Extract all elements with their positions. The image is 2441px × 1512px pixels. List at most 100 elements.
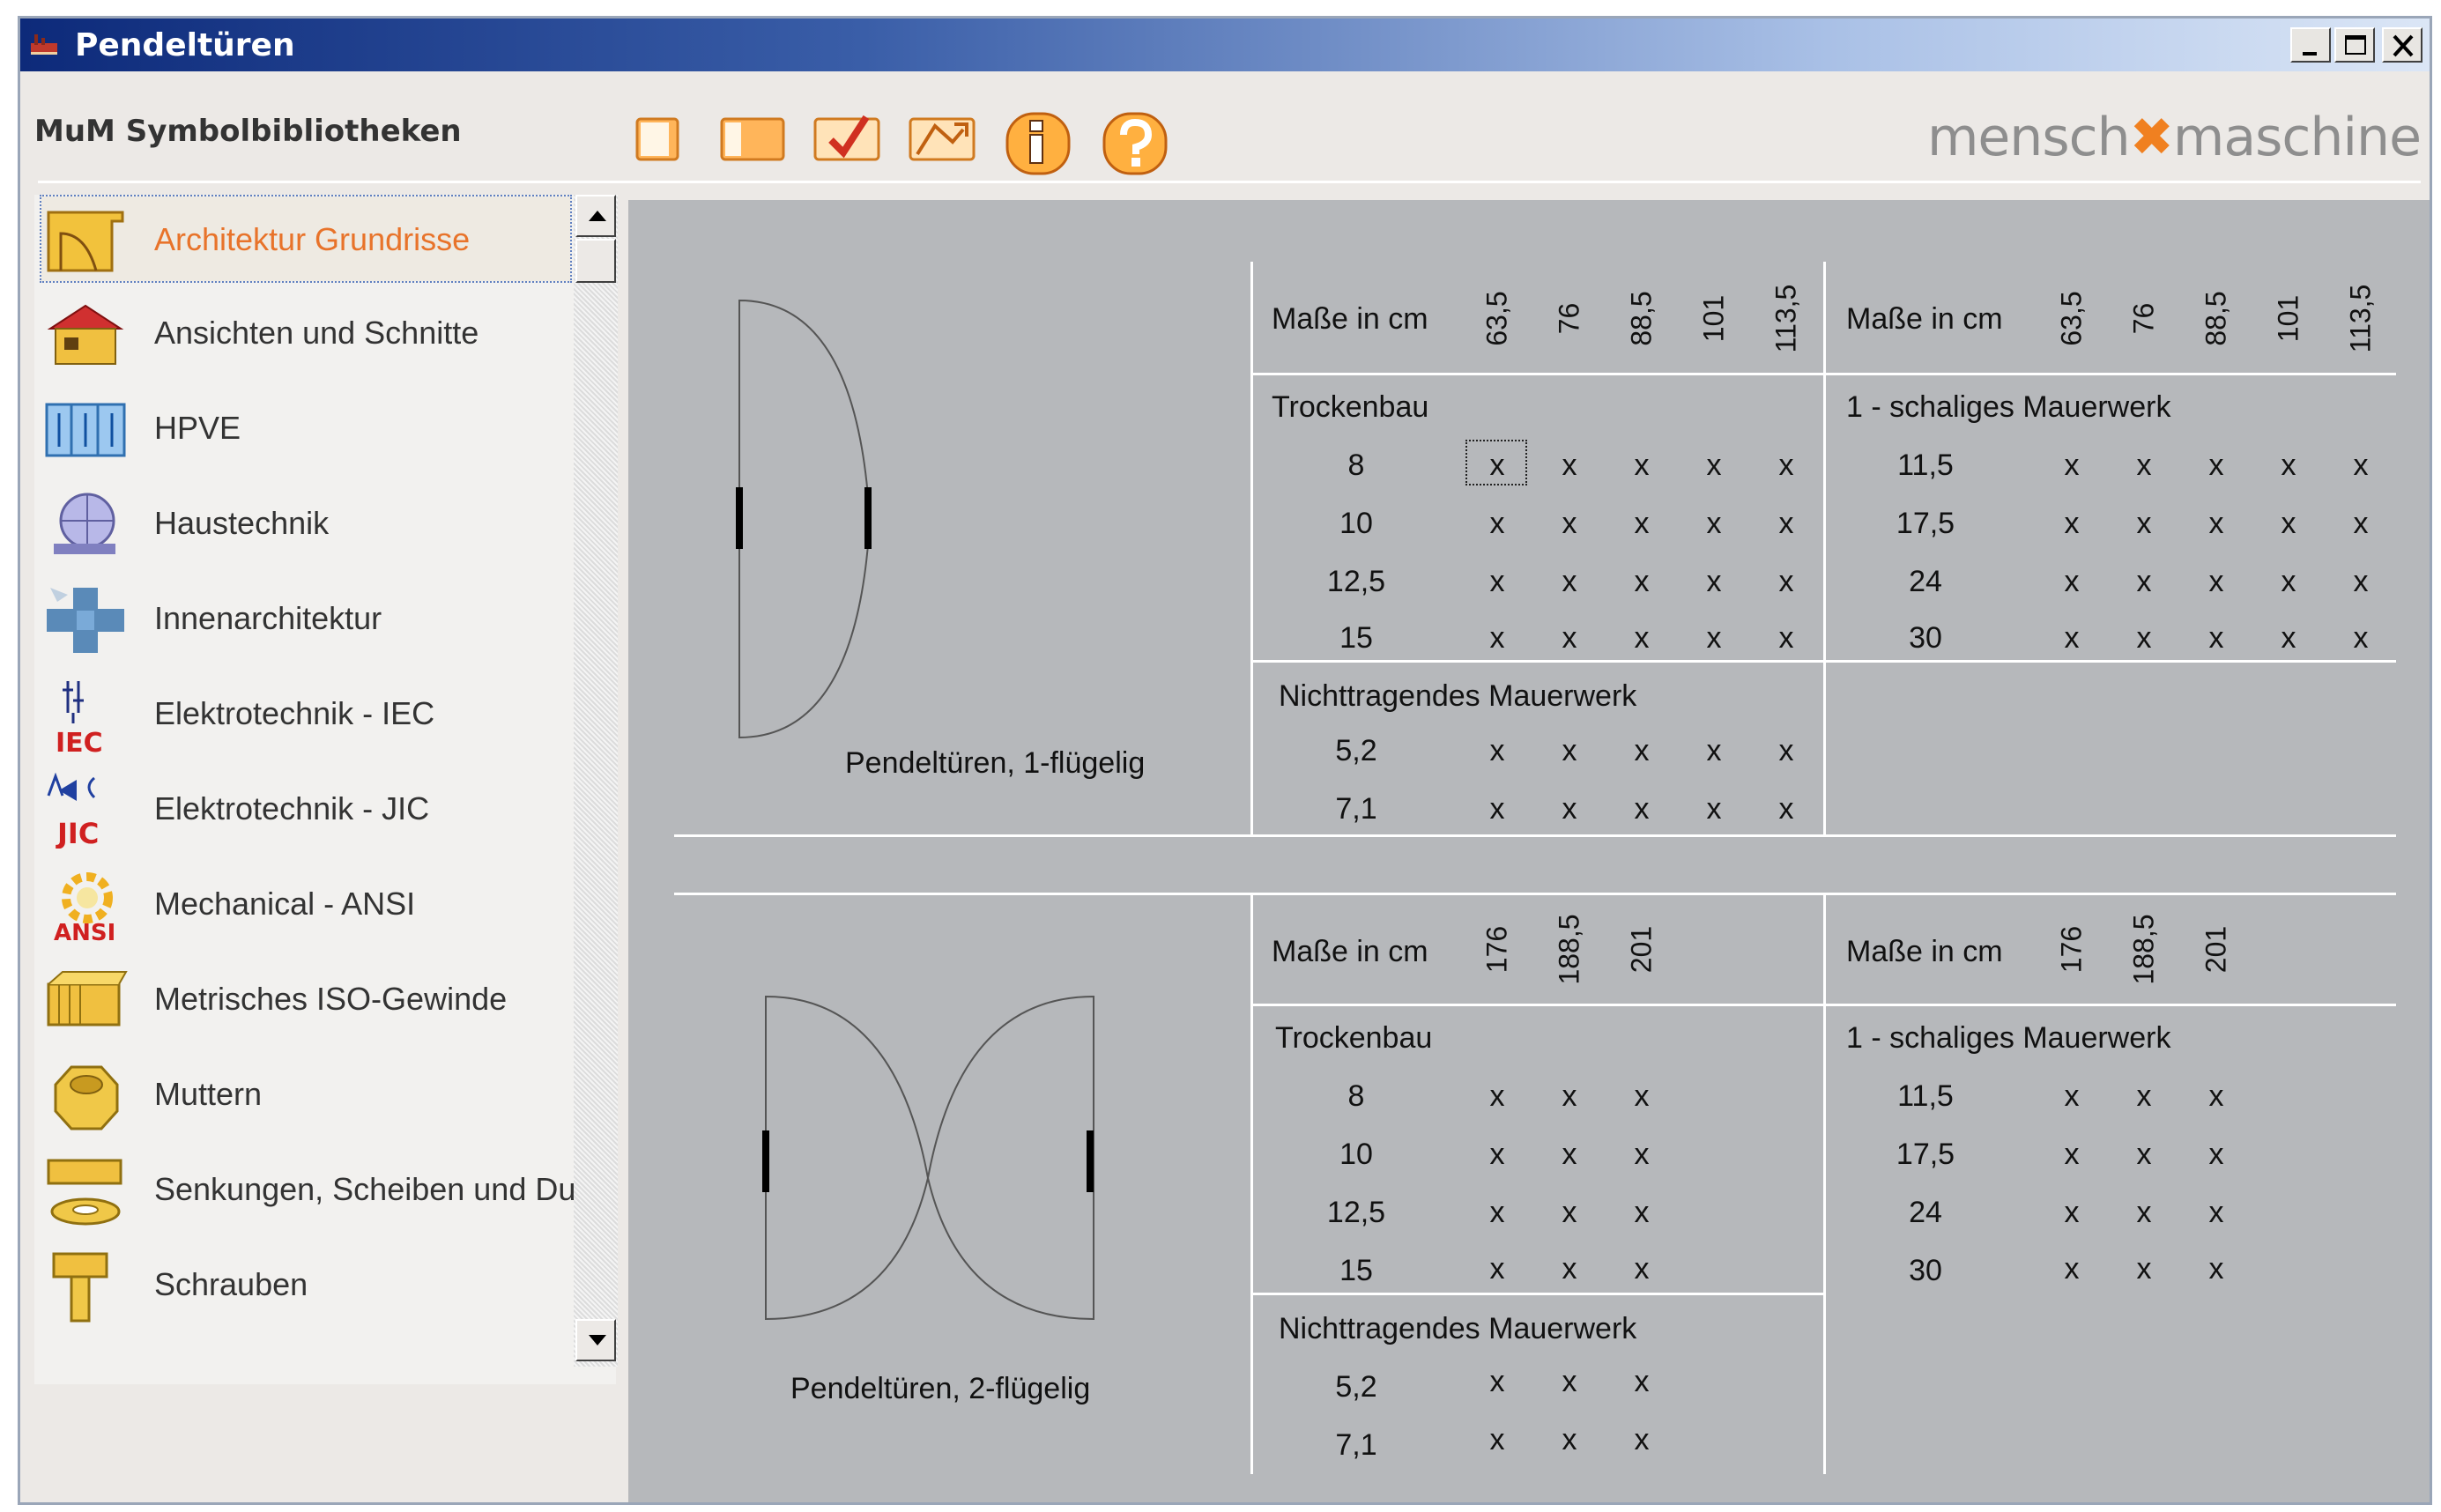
size-option-cell[interactable]: x: [2065, 507, 2080, 541]
size-option-cell[interactable]: x: [1562, 1079, 1577, 1114]
size-option-cell[interactable]: x: [1490, 1423, 1505, 1457]
size-option-cell[interactable]: x: [2209, 1138, 2224, 1172]
size-option-cell[interactable]: x: [1562, 1196, 1577, 1230]
size-option-cell[interactable]: x: [2354, 621, 2369, 656]
size-option-cell[interactable]: x: [1562, 507, 1577, 541]
library-item-muttern[interactable]: Muttern: [41, 1051, 570, 1136]
size-option-cell[interactable]: x: [1707, 792, 1722, 826]
close-button[interactable]: [2382, 27, 2422, 63]
size-option-cell[interactable]: x: [1635, 565, 1650, 599]
size-option-cell[interactable]: x: [2137, 621, 2152, 656]
size-option-cell[interactable]: x: [2065, 1196, 2080, 1230]
size-option-cell[interactable]: x: [2065, 1252, 2080, 1286]
library-list[interactable]: Architektur Grundrisse Ansichten und Sch…: [34, 195, 618, 1384]
library-scrollbar[interactable]: [574, 195, 618, 1367]
size-option-cell[interactable]: x: [1490, 792, 1505, 826]
size-option-cell[interactable]: x: [1490, 448, 1505, 483]
size-option-cell[interactable]: x: [1635, 792, 1650, 826]
library-item-elektrotechnik-iec[interactable]: IEC Elektrotechnik - IEC: [41, 671, 570, 755]
size-option-cell[interactable]: x: [2137, 1138, 2152, 1172]
folder-arrow-icon[interactable]: [905, 107, 979, 168]
size-option-cell[interactable]: x: [2065, 1079, 2080, 1114]
size-option-cell[interactable]: x: [1635, 448, 1650, 483]
size-option-cell[interactable]: x: [2354, 507, 2369, 541]
single-door-icon[interactable]: [632, 107, 685, 168]
size-option-cell[interactable]: x: [1490, 1252, 1505, 1286]
size-option-cell[interactable]: x: [1490, 565, 1505, 599]
size-option-cell[interactable]: x: [1562, 621, 1577, 656]
size-option-cell[interactable]: x: [2209, 1252, 2224, 1286]
size-option-cell[interactable]: x: [1635, 1196, 1650, 1230]
size-option-cell[interactable]: x: [1490, 1138, 1505, 1172]
single-swing-door-drawing[interactable]: [734, 297, 901, 746]
size-option-cell[interactable]: x: [2209, 1079, 2224, 1114]
size-option-cell[interactable]: x: [1635, 621, 1650, 656]
size-option-cell[interactable]: x: [1562, 1138, 1577, 1172]
size-option-cell[interactable]: x: [2354, 565, 2369, 599]
size-option-cell[interactable]: x: [2065, 621, 2080, 656]
size-option-cell[interactable]: x: [2137, 1196, 2152, 1230]
size-option-cell[interactable]: x: [1779, 621, 1794, 656]
size-option-cell[interactable]: x: [2137, 448, 2152, 483]
library-item-schrauben[interactable]: Schrauben: [41, 1241, 570, 1326]
library-item-ansichten-und-schnitte[interactable]: Ansichten und Schnitte: [41, 290, 570, 374]
size-option-cell[interactable]: x: [1707, 507, 1722, 541]
size-option-cell[interactable]: x: [1707, 565, 1722, 599]
double-swing-door-drawing[interactable]: [762, 993, 1106, 1337]
size-option-cell[interactable]: x: [1635, 734, 1650, 768]
title-bar[interactable]: Pendeltüren: [20, 19, 2430, 71]
size-option-cell[interactable]: x: [1779, 507, 1794, 541]
size-option-cell[interactable]: x: [2137, 1252, 2152, 1286]
size-option-cell[interactable]: x: [1779, 448, 1794, 483]
size-option-cell[interactable]: x: [2137, 1079, 2152, 1114]
size-option-cell[interactable]: x: [1707, 448, 1722, 483]
library-item-senkungen[interactable]: Senkungen, Scheiben und Du: [41, 1146, 575, 1231]
size-option-cell[interactable]: x: [2065, 565, 2080, 599]
size-option-cell[interactable]: x: [1707, 734, 1722, 768]
size-option-cell[interactable]: x: [1635, 507, 1650, 541]
size-option-cell[interactable]: x: [2209, 448, 2224, 483]
scroll-up-button[interactable]: [575, 195, 616, 237]
size-option-cell[interactable]: x: [1779, 734, 1794, 768]
scroll-down-button[interactable]: [575, 1319, 616, 1361]
size-option-cell[interactable]: x: [2209, 1196, 2224, 1230]
double-door-icon[interactable]: [716, 107, 787, 168]
size-option-cell[interactable]: x: [1635, 1252, 1650, 1286]
help-icon[interactable]: [1097, 107, 1171, 177]
size-option-cell[interactable]: x: [1635, 1079, 1650, 1114]
size-option-cell[interactable]: x: [2354, 448, 2369, 483]
size-option-cell[interactable]: x: [2281, 621, 2296, 656]
size-option-cell[interactable]: x: [1490, 1196, 1505, 1230]
library-item-innenarchitektur[interactable]: Innenarchitektur: [41, 575, 570, 660]
library-item-hpve[interactable]: HPVE: [41, 385, 570, 470]
library-item-architektur-grundrisse[interactable]: Architektur Grundrisse: [40, 195, 572, 283]
size-option-cell[interactable]: x: [2137, 565, 2152, 599]
size-option-cell[interactable]: x: [1490, 1365, 1505, 1399]
size-option-cell[interactable]: x: [1635, 1138, 1650, 1172]
library-item-elektrotechnik-jic[interactable]: JIC Elektrotechnik - JIC: [41, 766, 570, 850]
size-option-cell[interactable]: x: [1490, 734, 1505, 768]
size-option-cell[interactable]: x: [1779, 565, 1794, 599]
size-option-cell[interactable]: x: [1635, 1365, 1650, 1399]
size-option-cell[interactable]: x: [1562, 565, 1577, 599]
size-option-cell[interactable]: x: [1562, 734, 1577, 768]
size-option-cell[interactable]: x: [2281, 565, 2296, 599]
size-option-cell[interactable]: x: [1562, 792, 1577, 826]
info-icon[interactable]: [1000, 107, 1074, 177]
scroll-thumb[interactable]: [575, 239, 616, 283]
size-option-cell[interactable]: x: [1707, 621, 1722, 656]
maximize-button[interactable]: [2334, 27, 2375, 63]
size-option-cell[interactable]: x: [1490, 507, 1505, 541]
size-option-cell[interactable]: x: [1635, 1423, 1650, 1457]
size-option-cell[interactable]: x: [1779, 792, 1794, 826]
minimize-button[interactable]: [2290, 27, 2331, 63]
size-option-cell[interactable]: x: [1490, 621, 1505, 656]
size-option-cell[interactable]: x: [1562, 1252, 1577, 1286]
size-option-cell[interactable]: x: [2209, 507, 2224, 541]
size-option-cell[interactable]: x: [2281, 507, 2296, 541]
size-option-cell[interactable]: x: [1562, 1423, 1577, 1457]
library-item-metrisches-iso-gewinde[interactable]: Metrisches ISO-Gewinde: [41, 956, 570, 1041]
size-option-cell[interactable]: x: [1562, 448, 1577, 483]
size-option-cell[interactable]: x: [1490, 1079, 1505, 1114]
library-item-haustechnik[interactable]: Haustechnik: [41, 480, 570, 565]
